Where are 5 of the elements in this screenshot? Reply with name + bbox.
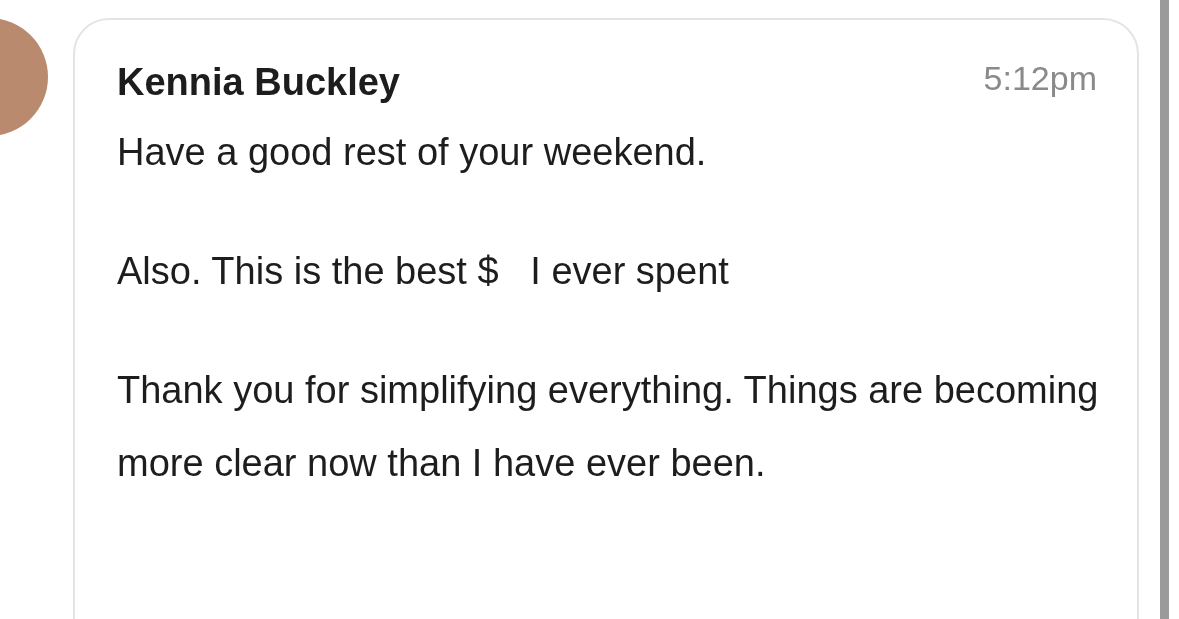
message-text: Also. This is the best $ I ever spent xyxy=(117,249,730,294)
sender-name: Kennia Buckley xyxy=(117,60,400,105)
message-text: Thank you for simplifying everything. Things are becoming more clear now than I have ever been. xyxy=(117,368,1100,486)
message-text: Have a good rest of your weekend. xyxy=(117,130,708,175)
message-time: 5:12pm xyxy=(983,58,1097,99)
